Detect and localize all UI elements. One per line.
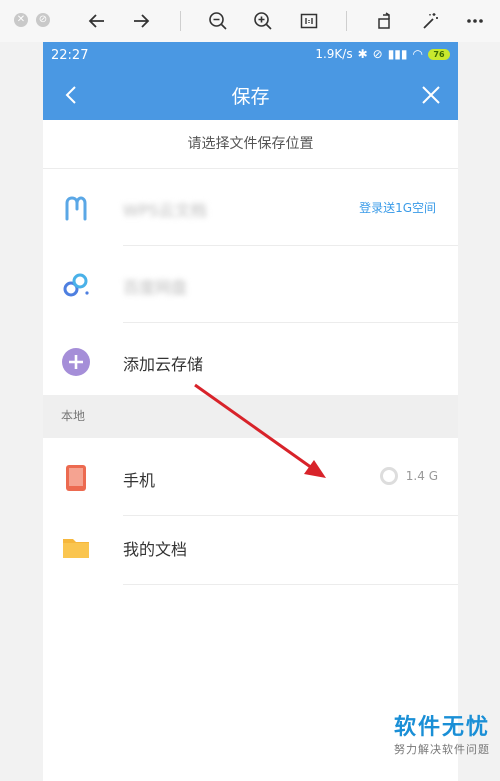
storage-ring-icon xyxy=(379,467,398,485)
login-bonus-link[interactable]: 登录送1G空间 xyxy=(359,199,436,216)
baidu-netdisk-icon xyxy=(61,270,91,300)
back-arrow-icon[interactable] xyxy=(84,8,110,34)
more-options-icon[interactable] xyxy=(462,8,488,34)
add-circle-icon xyxy=(61,347,91,377)
list-item-my-documents[interactable]: 我的文档 xyxy=(43,508,458,585)
wps-cloud-label: WPS云文档 xyxy=(123,201,207,220)
watermark-logo: 软件无忧 努力解决软件问题 xyxy=(394,709,490,757)
wifi-icon: ◠ xyxy=(412,47,423,61)
actual-size-icon[interactable] xyxy=(296,8,322,34)
baidu-netdisk-label: 百度网盘 xyxy=(123,278,188,297)
status-time: 22:27 xyxy=(51,48,89,63)
close-icon[interactable] xyxy=(420,84,442,106)
viewer-toolbar: ✕ ⊘ xyxy=(0,0,500,42)
storage-indicator: 1.4 G xyxy=(379,467,438,485)
list-item-baidu-netdisk[interactable]: 百度网盘 xyxy=(43,246,458,323)
watermark-subtitle: 努力解决软件问题 xyxy=(393,743,490,756)
battery-icon: 76 xyxy=(428,48,450,60)
phone-label: 手机 xyxy=(123,471,156,490)
wps-cloud-icon xyxy=(61,193,91,223)
bluetooth-icon: ✱ xyxy=(357,47,368,61)
section-header-local: 本地 xyxy=(43,395,458,438)
close-window-icon[interactable]: ✕ xyxy=(14,13,28,27)
nav-bar: 保存 xyxy=(43,70,458,120)
signal-icon: ▮▮▮ xyxy=(387,47,408,61)
save-location-hint: 请选择文件保存位置 xyxy=(43,120,458,169)
minimize-window-icon[interactable]: ⊘ xyxy=(36,13,50,27)
rotate-icon[interactable] xyxy=(372,8,398,34)
status-bar: 22:27 1.9K/s ✱ ⊘ ▮▮▮ ◠ 76 xyxy=(43,42,458,70)
list-item-add-cloud-storage[interactable]: 添加云存储 xyxy=(43,323,458,400)
forward-arrow-icon[interactable] xyxy=(128,8,154,34)
list-item-wps-cloud[interactable]: WPS云文档 登录送1G空间 xyxy=(43,169,458,246)
page-title: 保存 xyxy=(231,86,270,108)
my-documents-label: 我的文档 xyxy=(123,540,188,559)
magic-wand-icon[interactable] xyxy=(417,8,443,34)
add-cloud-storage-label: 添加云存储 xyxy=(123,355,204,374)
list-item-phone[interactable]: 手机 1.4 G xyxy=(43,439,458,516)
zoom-out-icon[interactable] xyxy=(205,8,231,34)
storage-size: 1.4 G xyxy=(405,469,438,483)
folder-icon xyxy=(61,532,91,562)
phone-device-icon xyxy=(61,463,91,493)
network-speed: 1.9K/s xyxy=(315,47,353,61)
alarm-icon: ⊘ xyxy=(372,47,383,61)
watermark-title: 软件无忧 xyxy=(393,715,490,740)
zoom-in-icon[interactable] xyxy=(250,8,276,34)
status-icons: 1.9K/s ✱ ⊘ ▮▮▮ ◠ 76 xyxy=(315,47,450,61)
phone-screen: 22:27 1.9K/s ✱ ⊘ ▮▮▮ ◠ 76 保存 请选择文件保存位置 W… xyxy=(43,42,458,781)
